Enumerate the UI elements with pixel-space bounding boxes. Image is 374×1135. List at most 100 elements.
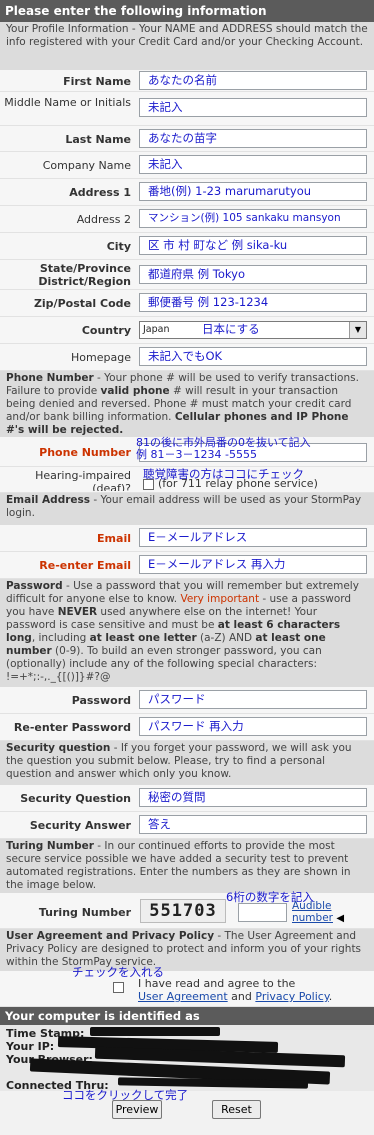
security-answer-row: Security Answer 答え	[0, 812, 374, 839]
password-info-bold2: at least one letter	[89, 632, 197, 644]
state-row: State/Province District/Region 都道府県 例 To…	[0, 260, 374, 290]
last-name-row: Last Name あなたの苗字	[0, 126, 374, 152]
speaker-icon: ◀	[336, 913, 345, 924]
phone-label: Phone Number	[39, 446, 131, 459]
registration-form: Please enter the following information Y…	[0, 0, 374, 1135]
company-name-input[interactable]: 未記入	[139, 155, 367, 174]
homepage-input[interactable]: 未記入でもOK	[139, 347, 367, 366]
turing-info: Turing Number - In our continued efforts…	[0, 839, 374, 893]
state-input[interactable]: 都道府県 例 Tokyo	[139, 265, 367, 284]
agreement-text: I have read and agree to the User Agreem…	[138, 977, 332, 1003]
page-title: Please enter the following information	[0, 0, 374, 22]
company-name-label: Company Name	[42, 159, 131, 172]
security-question-label: Security Question	[20, 792, 131, 805]
security-answer-input[interactable]: 答え	[139, 815, 367, 834]
turing-number-input[interactable]	[238, 903, 287, 922]
password-row: Password パスワード	[0, 687, 374, 714]
chevron-down-icon[interactable]: ▼	[349, 322, 366, 338]
email-info: Email Address - Your email address will …	[0, 493, 374, 525]
country-selected-value: Japan	[143, 324, 170, 335]
email-info-heading: Email Address	[6, 494, 91, 506]
agreement-checkbox[interactable]	[113, 982, 124, 993]
agreement-and: and	[227, 990, 256, 1003]
address1-row: Address 1 番地(例) 1-23 marumarutyou	[0, 179, 374, 206]
password-info-text4: , including	[31, 632, 90, 644]
identified-info: Time Stamp: Your IP: Your Browser: Conne…	[0, 1025, 374, 1092]
footer: ココをクリックして完了 Preview Reset	[0, 1089, 374, 1135]
phone-info-heading: Phone Number	[6, 372, 94, 384]
city-row: City 区 市 村 町など 例 sika-ku	[0, 233, 374, 260]
agreement-text1: I have read and agree to the	[138, 977, 296, 990]
password-confirm-row: Re-enter Password パスワード 再入力	[0, 714, 374, 741]
first-name-label: First Name	[63, 75, 131, 88]
audible-number-link[interactable]: Audible number ◀	[292, 900, 344, 925]
reset-button[interactable]: Reset	[212, 1100, 261, 1119]
agreement-info-heading: User Agreement and Privacy Policy	[6, 930, 215, 942]
city-input[interactable]: 区 市 村 町など 例 sika-ku	[139, 236, 367, 255]
password-confirm-label: Re-enter Password	[13, 721, 131, 734]
homepage-label: Homepage	[71, 351, 131, 364]
security-answer-label: Security Answer	[29, 819, 131, 832]
zip-label: Zip/Postal Code	[33, 297, 131, 310]
state-label: State/Province District/Region	[38, 262, 131, 288]
hearing-label: Hearing-impaired (deaf)?	[35, 469, 131, 491]
last-name-label: Last Name	[65, 133, 131, 146]
security-question-row: Security Question 秘密の質問	[0, 785, 374, 812]
address2-label: Address 2	[76, 213, 131, 226]
address2-input[interactable]: マンション(例) 105 sankaku mansyon	[139, 209, 367, 228]
company-name-row: Company Name 未記入	[0, 152, 374, 179]
password-info-text6: (0-9). To build an even stronger passwor…	[6, 645, 322, 683]
preview-button[interactable]: Preview	[112, 1100, 162, 1119]
security-info-heading: Security question	[6, 742, 111, 754]
profile-info: Your Profile Information - Your NAME and…	[0, 22, 374, 70]
email-label: Email	[97, 532, 131, 545]
hearing-row: Hearing-impaired (deaf)? (for 711 relay …	[0, 467, 374, 493]
address1-input[interactable]: 番地(例) 1-23 marumarutyou	[139, 182, 367, 201]
privacy-policy-link[interactable]: Privacy Policy	[255, 990, 328, 1003]
identified-header: Your computer is identified as	[0, 1007, 374, 1025]
password-info-text5: (a-Z) AND	[196, 632, 256, 644]
middle-name-input[interactable]: 未記入	[139, 98, 367, 117]
profile-info-text: Your Profile Information - Your NAME and…	[6, 23, 368, 48]
security-question-input[interactable]: 秘密の質問	[139, 788, 367, 807]
user-agreement-link[interactable]: User Agreement	[138, 990, 228, 1003]
agreement-row: チェックを入れる I have read and agree to the Us…	[0, 966, 374, 1007]
country-note: 日本にする	[202, 322, 260, 336]
turing-info-heading: Turing Number	[6, 840, 94, 852]
zip-input[interactable]: 郵便番号 例 123-1234	[139, 293, 367, 312]
turing-label: Turing Number	[38, 906, 131, 919]
email-confirm-label: Re-enter Email	[39, 559, 131, 572]
homepage-row: Homepage 未記入でもOK	[0, 344, 374, 371]
password-info-important: Very important	[180, 593, 260, 605]
phone-note-2: 例 81－3－1234 -5555	[136, 448, 257, 461]
email-confirm-row: Re-enter Email E－メールアドレス 再入力	[0, 552, 374, 579]
password-label: Password	[71, 694, 131, 707]
password-info: Password - Use a password that you will …	[0, 579, 374, 687]
audible-link-line1: Audible	[292, 900, 332, 912]
password-confirm-input[interactable]: パスワード 再入力	[139, 717, 367, 736]
agreement-end: .	[328, 990, 333, 1003]
hearing-note: 聴覚障害の方はココにチェック	[143, 467, 304, 481]
email-confirm-input[interactable]: E－メールアドレス 再入力	[139, 555, 367, 574]
password-info-heading: Password	[6, 580, 63, 592]
email-input[interactable]: E－メールアドレス	[139, 528, 367, 547]
email-row: Email E－メールアドレス	[0, 525, 374, 552]
city-label: City	[106, 240, 131, 253]
first-name-row: First Name あなたの名前	[0, 70, 374, 92]
phone-info: Phone Number - Your phone # will be used…	[0, 371, 374, 437]
first-name-input[interactable]: あなたの名前	[139, 71, 367, 90]
country-row: Country Japan 日本にする ▼	[0, 317, 374, 344]
redaction-bar	[90, 1027, 220, 1036]
password-info-never: NEVER	[57, 606, 98, 618]
address2-row: Address 2 マンション(例) 105 sankaku mansyon	[0, 206, 374, 233]
country-select[interactable]: Japan 日本にする ▼	[139, 321, 367, 339]
middle-name-label: Middle Name or Initials	[4, 96, 131, 109]
phone-info-bold: valid phone	[100, 385, 170, 397]
zip-row: Zip/Postal Code 郵便番号 例 123-1234	[0, 290, 374, 317]
audible-link-line2: number	[292, 912, 333, 924]
password-input[interactable]: パスワード	[139, 690, 367, 709]
captcha-image: 551703	[140, 899, 226, 923]
middle-name-row: Middle Name or Initials 未記入	[0, 92, 374, 126]
country-label: Country	[81, 324, 131, 337]
last-name-input[interactable]: あなたの苗字	[139, 129, 367, 148]
